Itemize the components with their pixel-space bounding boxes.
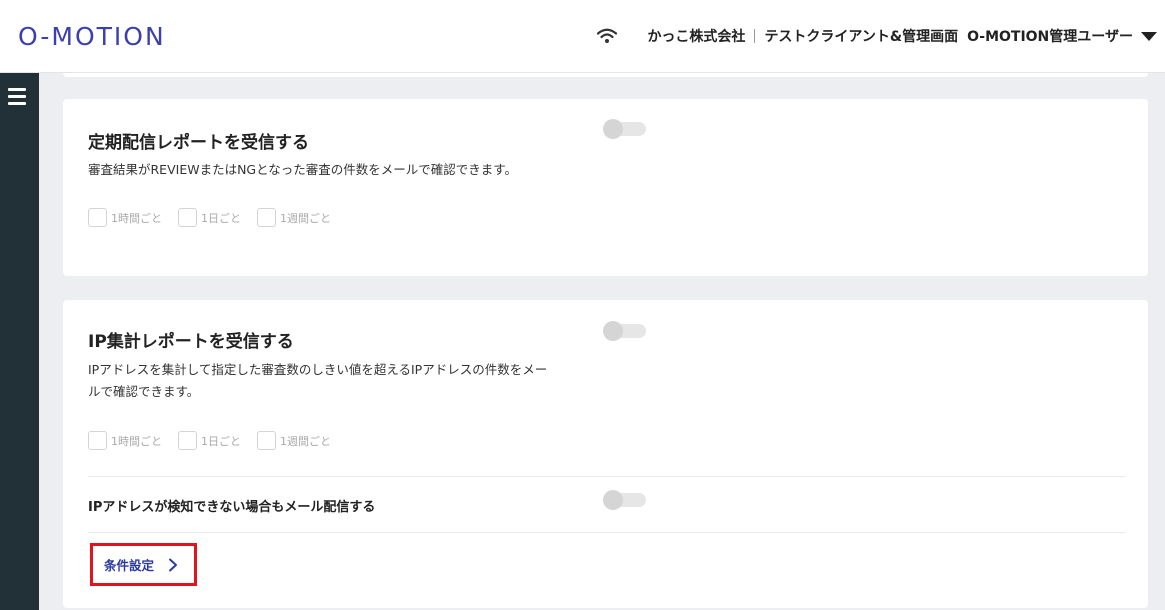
condition-settings-label: 条件設定 [104, 558, 155, 573]
frequency-option-weekly[interactable]: 1週間ごと [257, 208, 331, 227]
previous-card-edge [63, 73, 1148, 77]
ip-report-title: IP集計レポートを受信する [88, 332, 294, 352]
divider [88, 476, 1125, 477]
periodic-report-title: 定期配信レポートを受信する [88, 133, 309, 153]
frequency-option-hourly[interactable]: 1時間ごと [88, 431, 162, 450]
divider [88, 532, 1125, 533]
wifi-icon [597, 28, 618, 43]
header-account-area: かっこ株式会社 テストクライアント&管理画面 O-MOTION管理ユーザー [597, 24, 1157, 48]
ip-report-description-line2: ルで確認できます。 [88, 384, 200, 399]
caret-down-icon[interactable] [1141, 31, 1157, 41]
toggle-knob [603, 321, 623, 341]
user-menu-label[interactable]: O-MOTION管理ユーザー [967, 26, 1133, 46]
periodic-report-card: 定期配信レポートを受信する 審査結果がREVIEWまたはNGとなった審査の件数を… [63, 99, 1148, 276]
toggle-knob [603, 119, 623, 139]
checkbox[interactable] [178, 208, 197, 227]
frequency-option-weekly[interactable]: 1週間ごと [257, 431, 331, 450]
hamburger-menu-icon[interactable] [8, 88, 26, 109]
client-name: テストクライアント&管理画面 [764, 29, 959, 45]
condition-settings-button[interactable]: 条件設定 [90, 543, 197, 586]
periodic-report-frequency-options: 1時間ごと 1日ごと 1週間ごと [88, 208, 347, 227]
undetectable-ip-label: IPアドレスが検知できない場合もメール配信する [88, 500, 376, 515]
app-header: O-MOTION かっこ株式会社 テストクライアント&管理画面 O-MOTION… [0, 0, 1165, 73]
periodic-report-description: 審査結果がREVIEWまたはNGとなった審査の件数をメールで確認できます。 [88, 162, 517, 177]
checkbox[interactable] [257, 208, 276, 227]
header-separator [754, 29, 756, 43]
main-content: 定期配信レポートを受信する 審査結果がREVIEWまたはNGとなった審査の件数を… [39, 73, 1165, 610]
undetectable-ip-toggle[interactable] [603, 490, 646, 510]
toggle-knob [603, 490, 623, 510]
ip-report-toggle[interactable] [603, 321, 646, 341]
chevron-right-icon [169, 558, 178, 571]
ip-report-card: IP集計レポートを受信する IPアドレスを集計して指定した審査数のしきい値を超え… [63, 300, 1148, 608]
checkbox[interactable] [88, 431, 107, 450]
checkbox[interactable] [178, 431, 197, 450]
frequency-option-hourly[interactable]: 1時間ごと [88, 208, 162, 227]
ip-report-description-line1: IPアドレスを集計して指定した審査数のしきい値を超えるIPアドレスの件数をメー [88, 362, 548, 377]
checkbox[interactable] [257, 431, 276, 450]
checkbox[interactable] [88, 208, 107, 227]
o-motion-logo[interactable]: O-MOTION [18, 22, 166, 51]
sidebar [0, 73, 39, 610]
company-name: かっこ株式会社 [647, 29, 746, 45]
periodic-report-toggle[interactable] [603, 119, 646, 139]
ip-report-frequency-options: 1時間ごと 1日ごと 1週間ごと [88, 431, 347, 450]
frequency-option-daily[interactable]: 1日ごと [178, 431, 241, 450]
ip-report-description: IPアドレスを集計して指定した審査数のしきい値を超えるIPアドレスの件数をメー … [88, 359, 608, 403]
frequency-option-daily[interactable]: 1日ごと [178, 208, 241, 227]
